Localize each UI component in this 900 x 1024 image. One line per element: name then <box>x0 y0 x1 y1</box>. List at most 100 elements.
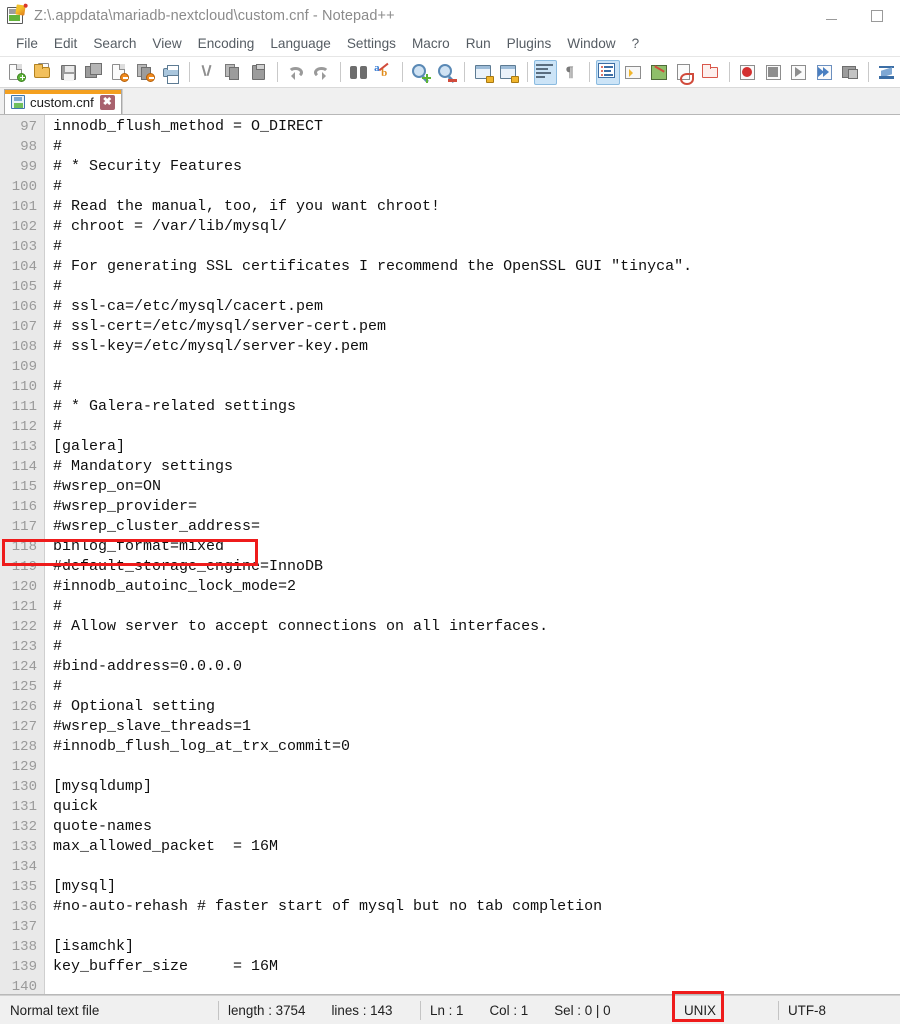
run-macro-multiple-times-icon <box>815 63 834 82</box>
code-line[interactable]: key_buffer_size = 16M <box>53 957 900 977</box>
find-button[interactable] <box>346 60 370 85</box>
line-number: 100 <box>11 179 37 195</box>
code-line[interactable] <box>53 757 900 777</box>
code-line[interactable]: #wsrep_slave_threads=1 <box>53 717 900 737</box>
undo-button[interactable] <box>284 60 308 85</box>
menu-view[interactable]: View <box>144 34 189 53</box>
start-recording-macro-button[interactable] <box>735 60 759 85</box>
run-button[interactable] <box>875 60 899 85</box>
zoom-in-button[interactable] <box>409 60 433 85</box>
code-line[interactable]: #wsrep_cluster_address= <box>53 517 900 537</box>
save-current-macro-button[interactable] <box>838 60 862 85</box>
code-line[interactable]: # <box>53 637 900 657</box>
menu-help[interactable]: ? <box>624 34 648 53</box>
menu-window[interactable]: Window <box>559 34 623 53</box>
new-file-button[interactable] <box>5 60 29 85</box>
code-line[interactable]: quick <box>53 797 900 817</box>
code-text[interactable]: innodb_flush_method = O_DIRECT # # * Secur… <box>45 115 900 994</box>
menu-language[interactable]: Language <box>262 34 338 53</box>
editor-scroll-view[interactable]: 97 98 99 100 101 102 103 104 105 106 107 108 109 110 1… <box>0 115 900 994</box>
close-file-button[interactable] <box>108 60 132 85</box>
status-encoding[interactable]: UTF-8 <box>778 996 900 1024</box>
word-wrap-button[interactable] <box>533 59 558 85</box>
sync-horizontal-scrolling-button[interactable] <box>497 60 521 85</box>
print-button[interactable] <box>159 60 183 85</box>
menu-search[interactable]: Search <box>85 34 144 53</box>
code-line[interactable]: # <box>53 237 900 257</box>
code-line[interactable]: #bind-address=0.0.0.0 <box>53 657 900 677</box>
menu-plugins[interactable]: Plugins <box>499 34 560 53</box>
code-line[interactable]: #wsrep_on=ON <box>53 477 900 497</box>
code-line[interactable]: # <box>53 177 900 197</box>
playback-macro-button[interactable] <box>787 60 811 85</box>
user-defined-dialog-button[interactable] <box>622 60 646 85</box>
document-map-button[interactable] <box>647 60 671 85</box>
menu-file[interactable]: File <box>8 34 46 53</box>
code-line[interactable]: # <box>53 677 900 697</box>
copy-button[interactable] <box>222 60 246 85</box>
sync-vertical-scrolling-button[interactable] <box>471 60 495 85</box>
menu-encoding[interactable]: Encoding <box>190 34 263 53</box>
zoom-out-button[interactable] <box>435 60 459 85</box>
cut-button[interactable] <box>196 60 220 85</box>
code-line[interactable]: #innodb_flush_log_at_trx_commit=0 <box>53 737 900 757</box>
menu-macro[interactable]: Macro <box>404 34 458 53</box>
code-line[interactable] <box>53 857 900 877</box>
maximize-button[interactable] <box>854 0 900 31</box>
menu-settings[interactable]: Settings <box>339 34 404 53</box>
code-line[interactable]: # chroot = /var/lib/mysql/ <box>53 217 900 237</box>
code-line[interactable]: # <box>53 377 900 397</box>
status-eol-format[interactable]: UNIX <box>674 996 778 1024</box>
close-icon[interactable]: ✖ <box>99 94 115 110</box>
show-all-characters-button[interactable]: ¶ <box>559 60 583 85</box>
folder-as-workspace-button[interactable] <box>699 60 723 85</box>
code-line[interactable]: # Allow server to accept connections on … <box>53 617 900 637</box>
menu-edit[interactable]: Edit <box>46 34 85 53</box>
run-macro-multiple-times-button[interactable] <box>813 60 837 85</box>
code-line[interactable]: [galera] <box>53 437 900 457</box>
code-line[interactable]: # ssl-ca=/etc/mysql/cacert.pem <box>53 297 900 317</box>
code-line[interactable]: # Read the manual, too, if you want chro… <box>53 197 900 217</box>
code-line[interactable] <box>53 917 900 937</box>
paste-button[interactable] <box>247 60 271 85</box>
save-button[interactable] <box>56 60 80 85</box>
tab-custom-cnf[interactable]: custom.cnf ✖ <box>4 89 122 114</box>
code-line[interactable]: #innodb_autoinc_lock_mode=2 <box>53 577 900 597</box>
close-all-files-button[interactable] <box>134 60 158 85</box>
save-all-button[interactable] <box>82 60 106 85</box>
code-line[interactable] <box>53 357 900 377</box>
code-line[interactable]: # Optional setting <box>53 697 900 717</box>
code-line[interactable]: quote-names <box>53 817 900 837</box>
function-list-button[interactable] <box>673 60 697 85</box>
indent-guideline-button[interactable] <box>595 59 620 85</box>
code-line[interactable]: [mysql] <box>53 877 900 897</box>
redo-button[interactable] <box>310 60 334 85</box>
code-line[interactable]: # Mandatory settings <box>53 457 900 477</box>
code-line[interactable]: #no-auto-rehash # faster start of mysql … <box>53 897 900 917</box>
line-number: 120 <box>11 579 37 595</box>
code-line[interactable]: #default_storage_engine=InnoDB <box>53 557 900 577</box>
code-line[interactable]: # ssl-key=/etc/mysql/server-key.pem <box>53 337 900 357</box>
code-line[interactable]: #wsrep_provider= <box>53 497 900 517</box>
notepadpp-window: Z:\.appdata\mariadb-nextcloud\custom.cnf… <box>0 0 900 1024</box>
code-line[interactable]: # * Security Features <box>53 157 900 177</box>
stop-recording-macro-button[interactable] <box>761 60 785 85</box>
minimize-button[interactable] <box>808 0 854 31</box>
code-line[interactable]: # <box>53 597 900 617</box>
code-line[interactable]: # <box>53 417 900 437</box>
code-line[interactable]: max_allowed_packet = 16M <box>53 837 900 857</box>
code-line[interactable]: # ssl-cert=/etc/mysql/server-cert.pem <box>53 317 900 337</box>
menu-run[interactable]: Run <box>458 34 499 53</box>
replace-button[interactable]: ab <box>372 60 396 85</box>
editor-area[interactable]: 97 98 99 100 101 102 103 104 105 106 107 108 109 110 1… <box>0 115 900 995</box>
code-line[interactable]: innodb_flush_method = O_DIRECT <box>53 117 900 137</box>
code-line[interactable]: # * Galera-related settings <box>53 397 900 417</box>
code-line[interactable]: # <box>53 277 900 297</box>
code-line[interactable]: # For generating SSL certificates I reco… <box>53 257 900 277</box>
code-line[interactable]: # <box>53 137 900 157</box>
code-line[interactable]: [mysqldump] <box>53 777 900 797</box>
code-line[interactable]: binlog_format=mixed <box>53 537 900 557</box>
open-file-button[interactable] <box>31 60 55 85</box>
code-line[interactable]: [isamchk] <box>53 937 900 957</box>
code-line[interactable] <box>53 977 900 994</box>
